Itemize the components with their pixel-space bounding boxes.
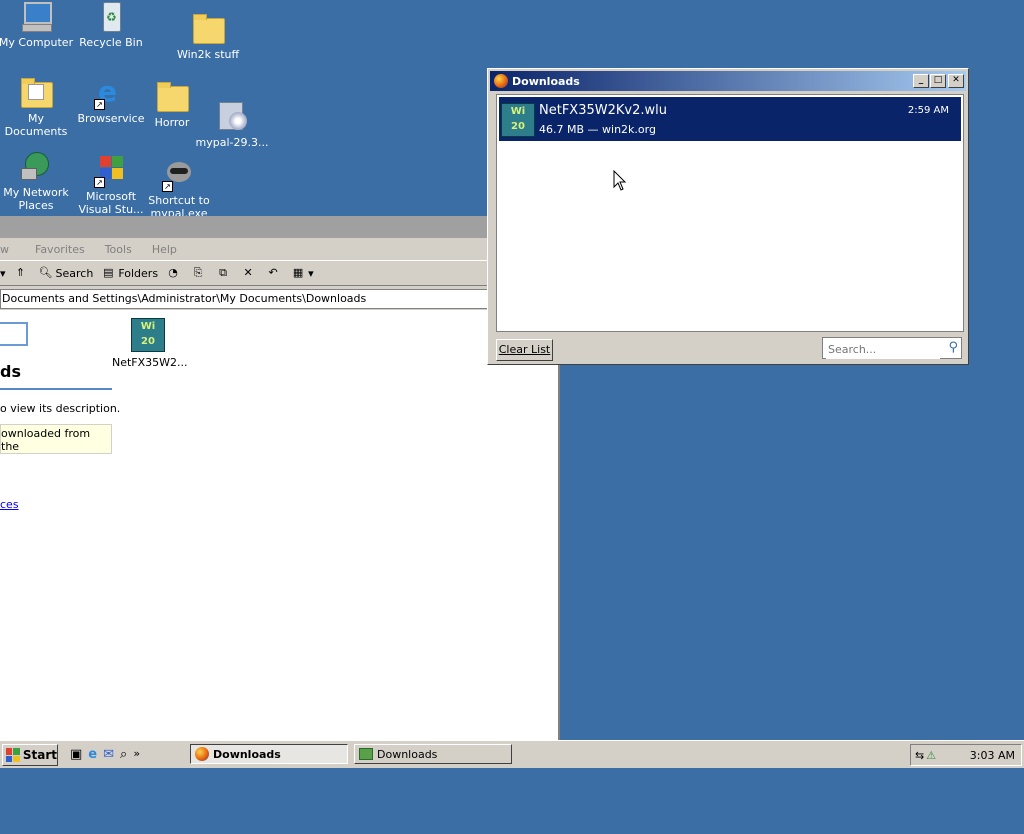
desktop-icon-my-computer[interactable]: My Computer xyxy=(0,0,74,49)
file-netfx[interactable]: Wi 20 NetFX35W2... xyxy=(112,318,188,369)
menu-view[interactable]: w xyxy=(0,243,9,256)
win2k-file-icon: Wi 20 xyxy=(131,318,165,352)
up-folder-button[interactable]: ⇑ xyxy=(14,266,31,280)
firefox-icon xyxy=(195,747,209,761)
outlook-icon[interactable]: ✉ xyxy=(103,747,114,762)
up-folder-icon: ⇑ xyxy=(15,266,26,279)
views-icon: ▦ xyxy=(292,266,304,279)
address-bar: Documents and Settings\Administrator\My … xyxy=(0,286,558,310)
delete-button[interactable]: ✕ xyxy=(241,266,258,280)
minimize-button[interactable]: _ xyxy=(913,74,929,88)
folders-icon: ▤ xyxy=(103,266,114,279)
views-button[interactable]: ▦ ▾ xyxy=(291,266,314,280)
desktop-icon-my-documents[interactable]: My Documents xyxy=(0,76,74,138)
downloads-search: ⚲ xyxy=(822,337,962,359)
download-time: 2:59 AM xyxy=(907,105,949,116)
network-icon xyxy=(19,150,53,184)
address-field[interactable]: Documents and Settings\Administrator\My … xyxy=(0,289,558,309)
undo-icon: ↶ xyxy=(268,266,278,279)
folder-icon xyxy=(191,12,225,46)
download-meta: 46.7 MB — win2k.org xyxy=(539,123,656,136)
explorer-toolbar: ▾ ⇑ 🔍︎ Search ▤ Folders ◔ ⎘ ⧉ ✕ ↶ ▦ ▾ xyxy=(0,261,558,286)
back-dropdown-arrow[interactable]: ▾ xyxy=(0,267,6,280)
quick-launch: ▣ e ✉ ⌕ » xyxy=(70,747,140,762)
side-note: ownloaded from the xyxy=(0,424,112,454)
raccoon-icon: ↗ xyxy=(162,158,196,192)
clock[interactable]: 3:03 AM xyxy=(970,749,1015,762)
move-to-icon: ⎘ xyxy=(193,266,203,279)
menu-favorites[interactable]: Favorites xyxy=(35,243,85,256)
computer-icon xyxy=(19,0,53,34)
taskbar-item-downloads-explorer[interactable]: Downloads xyxy=(354,744,512,764)
desktop-icon-my-network-places[interactable]: My Network Places xyxy=(0,150,74,212)
downloads-title-bar[interactable]: Downloads _ □ ✕ xyxy=(490,71,966,91)
explorer-menu-bar: w Favorites Tools Help xyxy=(0,238,558,261)
documents-folder-icon xyxy=(19,76,53,110)
clear-list-button[interactable]: Clear List xyxy=(496,339,553,361)
file-netfx-label: NetFX35W2... xyxy=(112,356,188,369)
system-tray: ⇆ ⚠ 3:03 AM xyxy=(910,744,1022,766)
quick-launch-more-icon[interactable]: » xyxy=(133,747,140,762)
maximize-button[interactable]: □ xyxy=(930,74,946,88)
undo-button[interactable]: ↶ xyxy=(266,266,283,280)
search-input[interactable] xyxy=(826,339,940,359)
windows-logo-icon xyxy=(6,748,20,762)
search-icon[interactable]: ⌕ xyxy=(120,747,127,762)
folders-button[interactable]: ▤ Folders xyxy=(101,266,158,280)
desktop-icon-visual-studio[interactable]: ↗ Microsoft Visual Stu... xyxy=(73,154,149,216)
history-button[interactable]: ◔ xyxy=(166,266,183,280)
desktop-icon-mypal-installer[interactable]: mypal-29.3... xyxy=(194,100,270,149)
desktop-icon-mypal-shortcut[interactable]: ↗ Shortcut to mypal.exe xyxy=(141,158,217,216)
internet-explorer-icon[interactable]: e xyxy=(88,747,97,762)
search-icon[interactable]: ⚲ xyxy=(948,340,958,355)
download-filename: NetFX35W2Kv2.wlu xyxy=(539,103,667,118)
explorer-title-bar[interactable] xyxy=(0,216,558,238)
network-tray-icon[interactable]: ⇆ xyxy=(915,749,924,762)
internet-explorer-icon: e ↗ xyxy=(94,76,128,110)
search-icon: 🔍︎ xyxy=(38,266,53,279)
tray-app-icon[interactable]: ⚠ xyxy=(926,749,936,762)
side-heading: ds xyxy=(0,362,21,381)
search-button[interactable]: 🔍︎ Search xyxy=(39,266,94,280)
start-button[interactable]: Start xyxy=(2,744,58,766)
delete-icon: ✕ xyxy=(243,266,253,279)
download-item[interactable]: Wi 20 NetFX35W2Kv2.wlu 46.7 MB — win2k.or… xyxy=(499,97,961,141)
visual-studio-icon: ↗ xyxy=(94,154,128,188)
downloads-title: Downloads xyxy=(512,74,580,88)
mouse-cursor xyxy=(613,170,627,191)
explorer-window: w Favorites Tools Help ▾ ⇑ 🔍︎ Search ▤ Fol… xyxy=(0,216,560,740)
menu-help[interactable]: Help xyxy=(152,243,177,256)
win2k-file-icon: Wi 20 xyxy=(501,103,535,137)
desktop-icon-recycle-bin[interactable]: ♻ Recycle Bin xyxy=(73,0,149,49)
folder-preview-icon xyxy=(0,322,28,346)
history-icon: ◔ xyxy=(168,266,178,279)
folder-icon xyxy=(155,80,189,114)
downloads-window: Downloads _ □ ✕ Wi 20 NetFX35W2Kv2.wlu 46… xyxy=(487,68,969,365)
menu-tools[interactable]: Tools xyxy=(105,243,132,256)
side-link[interactable]: ces xyxy=(0,498,19,511)
taskbar: Start ▣ e ✉ ⌕ » Downloads Downloads ⇆ ⚠ … xyxy=(0,740,1024,768)
folder-icon xyxy=(359,748,373,760)
taskbar-item-downloads-firefox[interactable]: Downloads xyxy=(190,744,348,764)
desktop-icon-win2k-stuff[interactable]: Win2k stuff xyxy=(170,12,246,61)
copy-to-icon: ⧉ xyxy=(219,266,227,279)
side-divider xyxy=(0,388,112,390)
recycle-bin-icon: ♻ xyxy=(94,0,128,34)
downloads-list[interactable]: Wi 20 NetFX35W2Kv2.wlu 46.7 MB — win2k.or… xyxy=(496,94,964,332)
side-description: o view its description. xyxy=(0,402,121,415)
firefox-icon xyxy=(494,74,508,88)
installer-icon xyxy=(215,100,249,134)
copy-to-button[interactable]: ⧉ xyxy=(216,266,233,280)
show-desktop-icon[interactable]: ▣ xyxy=(70,747,82,762)
move-to-button[interactable]: ⎘ xyxy=(191,266,208,280)
close-button[interactable]: ✕ xyxy=(948,74,964,88)
